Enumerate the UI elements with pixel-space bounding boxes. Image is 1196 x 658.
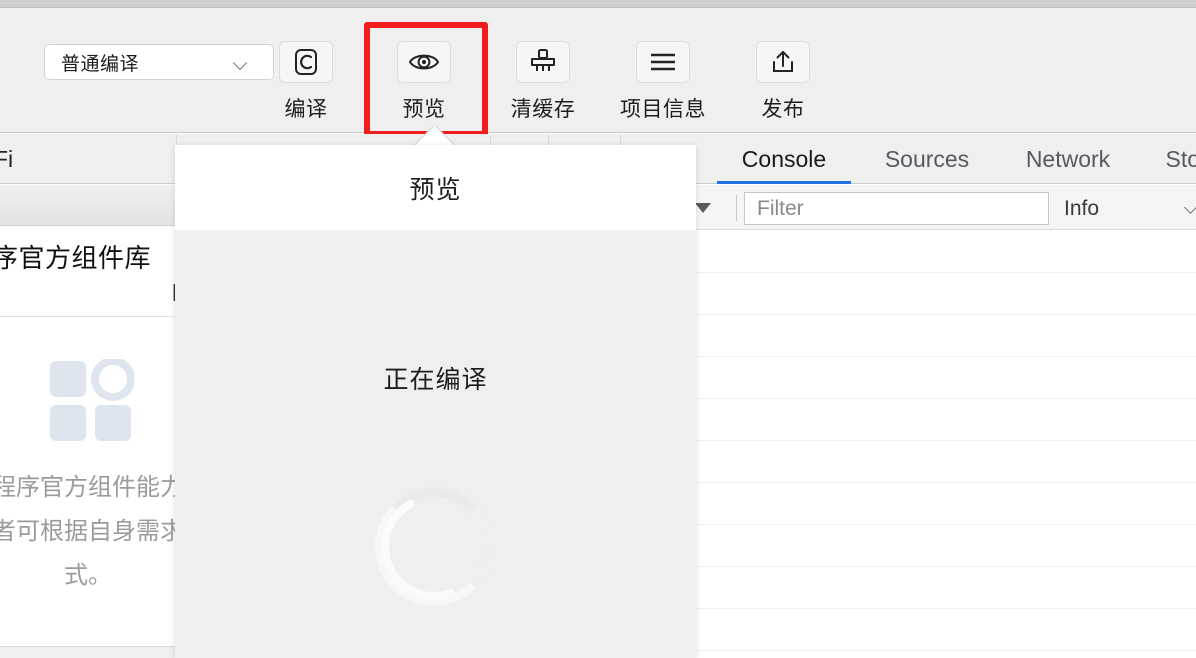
preview-popup: 预览 正在编译	[175, 145, 696, 658]
left-panel: Fi 序官方组件库 程序官方组件能力 者可根据自身需求 式。	[0, 134, 176, 658]
upload-share-icon	[769, 49, 797, 75]
eye-icon	[408, 50, 440, 74]
clear-cache-button[interactable]	[516, 41, 570, 83]
left-panel-description: 程序官方组件能力 者可根据自身需求 式。	[0, 466, 176, 598]
preview-popup-header: 预览	[175, 145, 696, 230]
tab-network[interactable]: Network	[1003, 134, 1133, 184]
caret-up-icon	[408, 126, 460, 146]
preview-button[interactable]	[397, 41, 451, 83]
brush-clean-icon	[528, 48, 558, 76]
publish-button-label: 发布	[736, 93, 830, 123]
left-panel-footer	[0, 646, 176, 658]
compiling-status-text: 正在编译	[175, 360, 696, 396]
window-title-strip	[0, 0, 1196, 8]
app-window: 普通编译 编译 预览	[0, 0, 1196, 658]
loading-spinner-arc	[366, 479, 502, 615]
left-panel-body: 序官方组件库 程序官方组件能力 者可根据自身需求 式。	[0, 226, 176, 646]
description-line: 者可根据自身需求	[0, 510, 176, 554]
divider	[0, 316, 176, 317]
log-level-label[interactable]: Info	[1064, 197, 1099, 221]
project-info-button-label: 项目信息	[596, 93, 730, 123]
chevron-down-icon[interactable]	[1186, 203, 1196, 214]
preview-popup-body: 正在编译	[175, 230, 696, 658]
tab-storage[interactable]: Stora	[1138, 134, 1196, 184]
description-line: 式。	[0, 554, 176, 598]
left-panel-tabbar: Fi	[0, 134, 176, 184]
compile-button-label: 编译	[259, 93, 353, 123]
clear-cache-button-label: 清缓存	[481, 93, 605, 123]
left-panel-toolstrip	[0, 185, 176, 226]
preview-button-label: 预览	[377, 93, 471, 123]
preview-popup-title: 预览	[409, 170, 461, 206]
filter-input[interactable]: Filter	[744, 192, 1049, 225]
tab-console[interactable]: Console	[717, 134, 851, 184]
left-panel-heading: 序官方组件库	[0, 238, 151, 275]
components-grid-icon	[48, 359, 134, 443]
left-panel-tab-label[interactable]: Fi	[0, 146, 13, 173]
tab-sources[interactable]: Sources	[862, 134, 992, 184]
compile-mode-value: 普通编译	[61, 49, 234, 76]
compile-mode-select[interactable]: 普通编译	[44, 44, 274, 80]
compile-button[interactable]	[279, 41, 333, 83]
description-line: 程序官方组件能力	[0, 466, 176, 510]
hamburger-menu-icon	[648, 51, 678, 73]
divider	[736, 195, 737, 221]
main-toolbar: 普通编译 编译 预览	[0, 8, 1196, 133]
triangle-down-icon[interactable]	[695, 203, 711, 213]
publish-button[interactable]	[756, 41, 810, 83]
project-info-button[interactable]	[636, 41, 690, 83]
refresh-c-icon	[293, 48, 319, 76]
chevron-down-icon	[234, 56, 247, 69]
